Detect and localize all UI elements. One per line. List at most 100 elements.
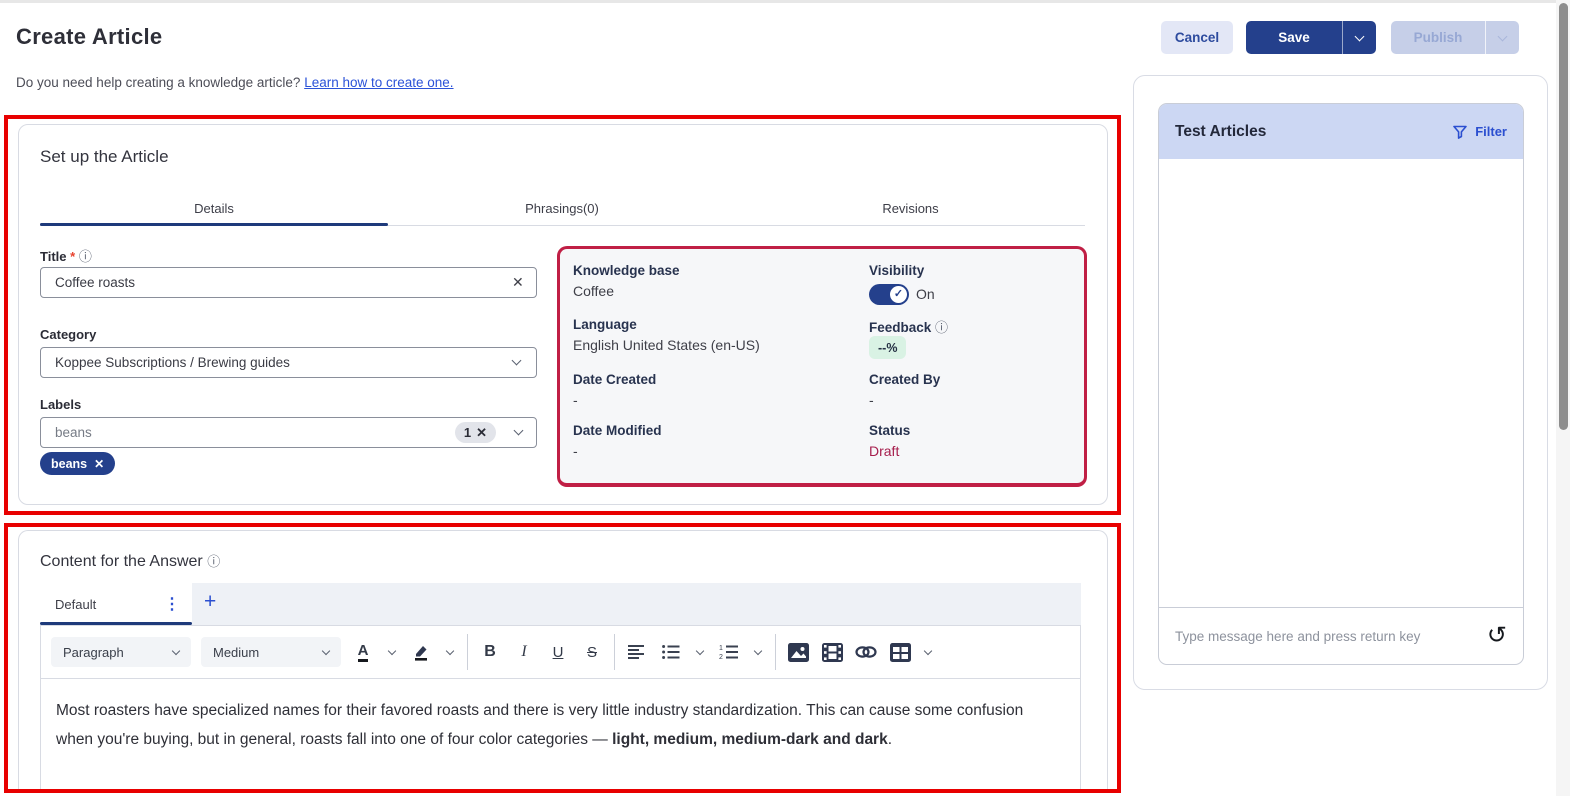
tab-phrasings[interactable]: Phrasings(0) <box>388 201 736 216</box>
chevron-down-icon <box>322 646 330 654</box>
strikethrough-icon: S <box>587 644 597 661</box>
knowledge-base-label: Knowledge base <box>573 263 680 278</box>
text-color-dropdown[interactable] <box>385 637 399 667</box>
tab-details[interactable]: Details <box>40 201 388 216</box>
highlight-color-dropdown[interactable] <box>443 637 457 667</box>
visibility-label: Visibility <box>869 263 924 278</box>
bullet-list-dropdown[interactable] <box>693 637 707 667</box>
publish-dropdown-button[interactable] <box>1486 21 1519 54</box>
category-select[interactable]: Koppee Subscriptions / Brewing guides <box>40 347 537 378</box>
chevron-down-icon <box>754 646 762 654</box>
text-color-icon: A <box>358 643 369 662</box>
editor-toolbar: Paragraph Medium A B I U S 12 <box>40 625 1081 679</box>
help-text-static: Do you need help creating a knowledge ar… <box>16 75 304 90</box>
status-label: Status <box>869 423 910 438</box>
chat-message-input[interactable] <box>1175 629 1477 644</box>
labels-input-value: beans <box>55 425 92 440</box>
underline-button[interactable]: U <box>546 637 570 667</box>
bullet-list-button[interactable] <box>659 637 683 667</box>
save-button[interactable]: Save <box>1246 21 1343 54</box>
chevron-down-icon <box>446 646 454 654</box>
bold-icon: B <box>484 643 496 661</box>
numbered-list-button[interactable]: 12 <box>717 637 741 667</box>
date-created-value: - <box>573 392 578 408</box>
test-articles-title: Test Articles <box>1175 123 1266 141</box>
link-icon <box>855 644 877 660</box>
highlight-color-button[interactable] <box>409 637 433 667</box>
publish-button[interactable]: Publish <box>1391 21 1486 54</box>
font-size-value: Medium <box>213 645 259 660</box>
toggle-check-icon: ✓ <box>890 286 907 303</box>
italic-button[interactable]: I <box>512 637 536 667</box>
editor-text-end: . <box>888 731 892 748</box>
page-scrollbar[interactable] <box>1556 0 1570 796</box>
insert-table-button[interactable] <box>888 637 912 667</box>
clear-labels-icon[interactable]: ✕ <box>476 425 487 441</box>
title-input[interactable] <box>40 267 537 298</box>
editor-body[interactable]: Most roasters have specialized names for… <box>40 679 1081 789</box>
date-created-label: Date Created <box>573 372 656 387</box>
remove-label-icon[interactable]: ✕ <box>94 457 104 471</box>
image-icon <box>788 643 809 662</box>
content-section-title: Content for the Answer ⓘ <box>40 551 220 571</box>
label-chip: beans ✕ <box>40 452 115 475</box>
learn-how-link[interactable]: Learn how to create one. <box>304 75 453 90</box>
numbered-list-icon: 12 <box>719 644 739 660</box>
align-left-icon <box>628 645 646 659</box>
table-icon <box>890 643 911 662</box>
scrollbar-thumb[interactable] <box>1559 3 1568 430</box>
chevron-down-icon <box>1498 31 1508 41</box>
insert-link-button[interactable] <box>854 637 878 667</box>
tab-revisions[interactable]: Revisions <box>736 201 1085 216</box>
save-dropdown-button[interactable] <box>1343 21 1376 54</box>
labels-count-pill[interactable]: 1 ✕ <box>455 422 496 443</box>
align-button[interactable] <box>625 637 649 667</box>
insert-image-button[interactable] <box>786 637 810 667</box>
video-icon <box>822 643 843 662</box>
publish-split-button: Publish <box>1391 21 1519 54</box>
content-title-text: Content for the Answer <box>40 553 203 570</box>
filter-button[interactable]: Filter <box>1452 124 1507 140</box>
strikethrough-button[interactable]: S <box>580 637 604 667</box>
status-value: Draft <box>869 443 899 459</box>
filter-label: Filter <box>1475 124 1507 139</box>
editor-tab-default[interactable]: Default ⋮ <box>40 583 192 625</box>
underline-icon: U <box>553 644 564 661</box>
visibility-toggle[interactable]: ✓ <box>869 284 909 305</box>
chevron-down-icon <box>1355 31 1365 41</box>
required-asterisk: * <box>70 249 75 264</box>
table-dropdown[interactable] <box>922 637 934 667</box>
editor-tab-strip <box>40 583 1081 625</box>
text-color-button[interactable]: A <box>351 637 375 667</box>
reset-conversation-icon[interactable]: ↺ <box>1487 626 1507 646</box>
toolbar-divider <box>467 634 468 670</box>
add-tab-button[interactable]: + <box>204 590 216 614</box>
labels-field-label: Labels <box>40 397 81 412</box>
chat-message-area <box>1159 159 1523 607</box>
chevron-down-icon <box>512 356 522 366</box>
help-text: Do you need help creating a knowledge ar… <box>16 75 454 90</box>
cancel-button[interactable]: Cancel <box>1161 21 1233 54</box>
chevron-down-icon <box>172 646 180 654</box>
tab-menu-icon[interactable]: ⋮ <box>164 594 180 614</box>
toolbar-divider <box>614 634 615 670</box>
numbered-list-dropdown[interactable] <box>751 637 765 667</box>
chevron-down-icon <box>388 646 396 654</box>
knowledge-base-value: Coffee <box>573 283 614 299</box>
insert-video-button[interactable] <box>820 637 844 667</box>
active-tab-underline <box>40 223 388 226</box>
chevron-down-icon <box>514 426 524 436</box>
editor-text-bold: light, medium, medium-dark and dark <box>612 731 888 748</box>
labels-count: 1 <box>464 425 471 440</box>
title-field-label: Title * ⓘ <box>40 246 92 265</box>
create-article-page: Create Article Do you need help creating… <box>0 0 1570 796</box>
labels-select[interactable]: beans 1 ✕ <box>40 417 537 448</box>
test-articles-header: Test Articles Filter <box>1159 104 1523 159</box>
paragraph-style-select[interactable]: Paragraph <box>51 637 191 667</box>
clear-title-icon[interactable]: ✕ <box>512 274 524 291</box>
font-size-select[interactable]: Medium <box>201 637 341 667</box>
window-top-edge <box>0 0 1556 3</box>
bold-button[interactable]: B <box>478 637 502 667</box>
feedback-label-text: Feedback <box>869 320 931 335</box>
language-label: Language <box>573 317 637 332</box>
